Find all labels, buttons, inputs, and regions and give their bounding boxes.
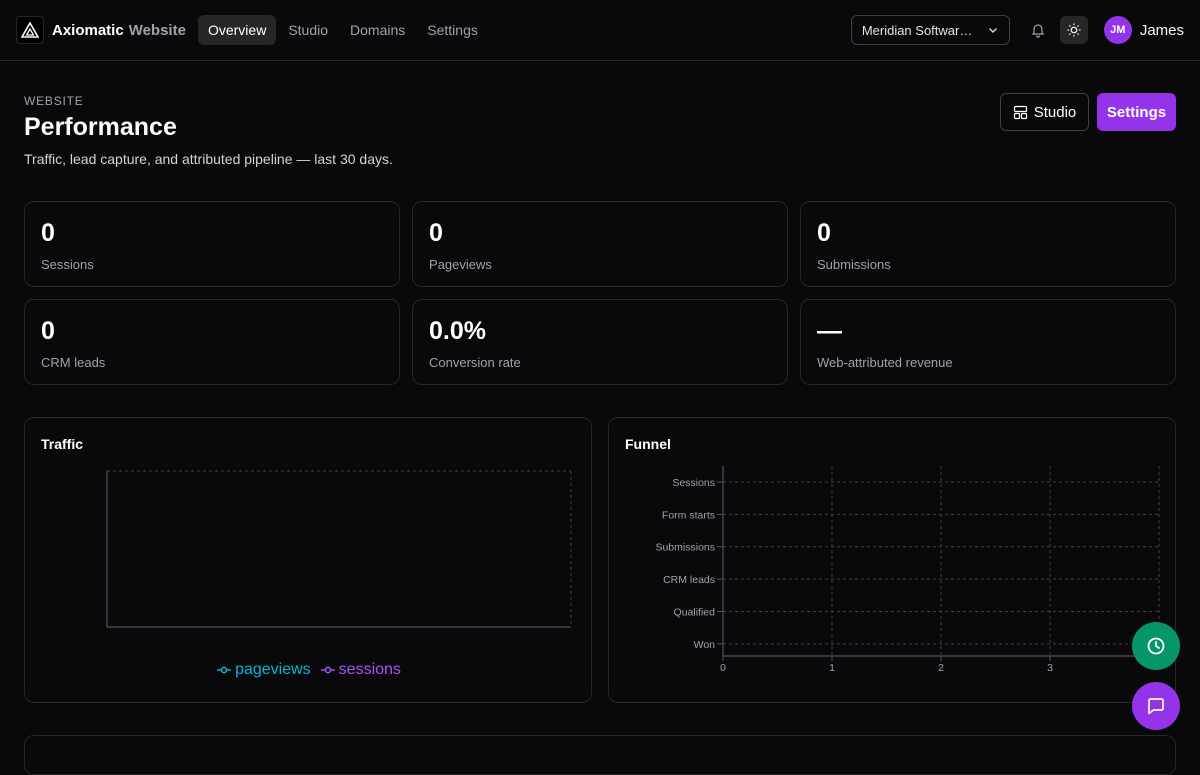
page-eyebrow: WEBSITE bbox=[24, 94, 84, 108]
clock-icon bbox=[1147, 637, 1165, 655]
organization-select[interactable]: Meridian Software Inc bbox=[850, 15, 1010, 45]
brand-sub: Website bbox=[128, 21, 186, 39]
chat-fab[interactable] bbox=[1132, 682, 1180, 730]
stat-value: 0 bbox=[817, 219, 831, 247]
studio-button-label: Studio bbox=[1033, 103, 1077, 121]
bell-icon bbox=[1031, 24, 1045, 38]
page-subtitle: Traffic, lead capture, and attributed pi… bbox=[24, 151, 393, 167]
chevron-down-icon bbox=[988, 28, 997, 33]
top-bar: Axiomatic Website Overview Studio Domain… bbox=[0, 0, 1200, 61]
chat-icon bbox=[1148, 698, 1164, 715]
legend-item-sessions[interactable]: sessions bbox=[320, 661, 401, 679]
y-tick-label: Submissions bbox=[655, 542, 715, 554]
legend-label: pageviews bbox=[235, 661, 311, 678]
traffic-panel: Traffic pageviews sessions bbox=[24, 417, 592, 703]
organization-select-value: Meridian Software Inc bbox=[861, 22, 974, 38]
stat-label: CRM leads bbox=[41, 355, 106, 370]
x-tick-label: 2 bbox=[938, 662, 944, 674]
stat-label: Conversion rate bbox=[429, 355, 521, 370]
y-tick-label: Sessions bbox=[672, 477, 715, 489]
stat-label: Web-attributed revenue bbox=[817, 355, 953, 370]
x-tick-label: 3 bbox=[1047, 662, 1053, 674]
sun-icon bbox=[1067, 23, 1081, 37]
stat-label: Sessions bbox=[41, 257, 94, 272]
stat-value: 0 bbox=[41, 219, 55, 247]
avatar[interactable]: JM bbox=[1103, 16, 1132, 44]
notifications-button[interactable] bbox=[1024, 16, 1052, 44]
tab-overview[interactable]: Overview bbox=[197, 15, 277, 45]
y-tick-label: Qualified bbox=[674, 606, 716, 618]
bottom-panel bbox=[24, 735, 1176, 775]
funnel-panel: Funnel Sessions Form starts Submissions CRM… bbox=[608, 417, 1176, 703]
funnel-chart: Sessions Form starts Submissions CRM leads Q… bbox=[655, 466, 1160, 674]
legend-line-marker-icon bbox=[320, 666, 335, 674]
page-title: Performance bbox=[24, 113, 177, 141]
studio-button[interactable]: Studio bbox=[1000, 93, 1089, 131]
stat-card-web-revenue: — Web-attributed revenue bbox=[800, 299, 1176, 385]
history-fab[interactable] bbox=[1132, 622, 1180, 670]
triangle-logo-icon[interactable] bbox=[16, 16, 44, 44]
user-name[interactable]: James bbox=[1140, 22, 1184, 39]
tab-settings[interactable]: Settings bbox=[417, 15, 488, 45]
theme-toggle-button[interactable] bbox=[1059, 16, 1088, 44]
stat-card-pageviews: 0 Pageviews bbox=[412, 201, 788, 287]
stat-card-submissions: 0 Submissions bbox=[800, 201, 1176, 287]
y-tick-label: Won bbox=[694, 639, 716, 651]
legend-line-marker-icon bbox=[217, 666, 232, 674]
stat-value: — bbox=[817, 317, 842, 345]
traffic-legend: pageviews sessions bbox=[25, 661, 593, 679]
stat-label: Submissions bbox=[817, 257, 891, 272]
brand-name: Axiomatic bbox=[52, 21, 124, 39]
stat-card-sessions: 0 Sessions bbox=[24, 201, 400, 287]
x-tick-label: 0 bbox=[720, 662, 726, 674]
stat-value: 0.0% bbox=[429, 317, 486, 345]
stat-value: 0 bbox=[41, 317, 55, 345]
x-tick-label: 1 bbox=[829, 662, 835, 674]
stat-card-conversion-rate: 0.0% Conversion rate bbox=[412, 299, 788, 385]
stat-label: Pageviews bbox=[429, 257, 492, 272]
stat-card-crm-leads: 0 CRM leads bbox=[24, 299, 400, 385]
tab-studio[interactable]: Studio bbox=[278, 15, 338, 45]
y-tick-label: Form starts bbox=[662, 509, 715, 521]
y-tick-label: CRM leads bbox=[663, 574, 715, 586]
tab-domains[interactable]: Domains bbox=[340, 15, 415, 45]
layout-icon bbox=[1013, 105, 1027, 119]
stat-value: 0 bbox=[429, 219, 443, 247]
legend-item-pageviews[interactable]: pageviews bbox=[217, 661, 311, 679]
settings-button[interactable]: Settings bbox=[1097, 93, 1176, 131]
traffic-chart bbox=[106, 470, 572, 628]
legend-label: sessions bbox=[338, 661, 401, 678]
